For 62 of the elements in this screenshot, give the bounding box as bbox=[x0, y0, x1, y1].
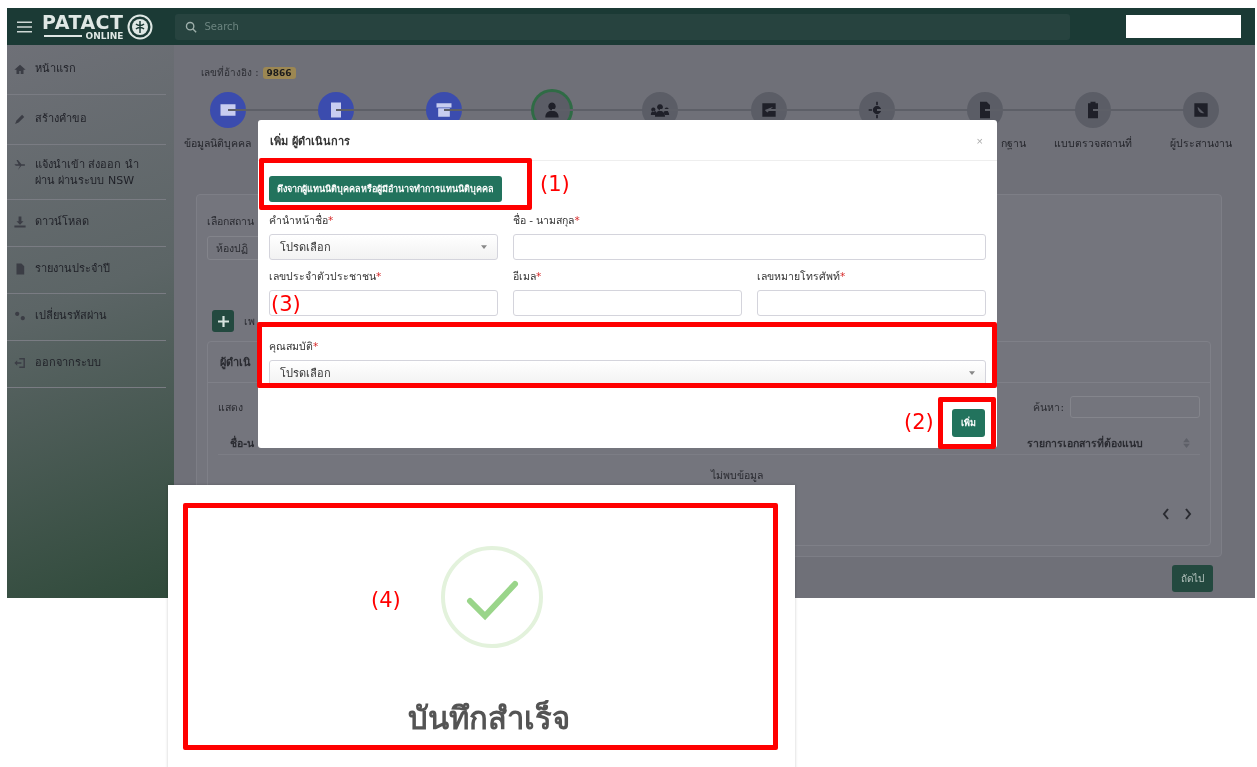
input-field[interactable] bbox=[757, 290, 986, 316]
annotation-label: (4) bbox=[371, 590, 401, 611]
field-label: เลขหมายโทรศัพท์* bbox=[757, 269, 847, 284]
field-label: ชื่อ - นามสกุล* bbox=[513, 212, 581, 229]
search-icon bbox=[184, 20, 197, 33]
field-label: คุณสมบัติ* bbox=[269, 339, 320, 355]
step-label: แบบตรวจสถานที่ bbox=[1053, 135, 1132, 151]
menu-icon[interactable] bbox=[17, 20, 32, 33]
add-button[interactable]: เพิ่ม bbox=[952, 409, 985, 437]
next-icon[interactable] bbox=[1184, 508, 1192, 520]
step-label: ผู้ประสานงาน bbox=[1169, 136, 1232, 152]
reference-label: เลขที่อ้างอิง : bbox=[201, 65, 259, 80]
column-header[interactable]: รายการเอกสารที่ต้องแนบ bbox=[1027, 434, 1143, 452]
select-field[interactable]: โปรดเลือก bbox=[269, 234, 498, 260]
sidebar-item[interactable]: ออกจากระบบ bbox=[7, 341, 166, 388]
plus-icon bbox=[217, 315, 229, 327]
logo-subtext: ONLINE bbox=[43, 31, 124, 41]
add-button[interactable] bbox=[212, 310, 234, 332]
sidebar-item[interactable]: สร้างคำขอ bbox=[7, 95, 166, 145]
column-header[interactable]: ชื่อ-น bbox=[230, 434, 255, 452]
field-label: เลขประจำตัวประชาชน* bbox=[269, 269, 383, 284]
download-icon bbox=[13, 215, 27, 229]
sidebar-item[interactable]: หน้าแรก bbox=[7, 45, 166, 95]
card-title: ผู้ดำเนิ bbox=[220, 355, 251, 371]
show-label: แสดง bbox=[218, 399, 243, 415]
import-button[interactable]: ดึงจากผู้แทนนิติบุคคลหรือผู้มีอำนาจทำการแทนนิติบุคคล bbox=[269, 176, 502, 202]
field-label: เลือกสถาน bbox=[207, 214, 254, 229]
search-field[interactable]: Search bbox=[174, 13, 1070, 40]
input-field[interactable] bbox=[513, 234, 986, 260]
annotation-frame bbox=[938, 397, 996, 449]
annotation-label: (3) bbox=[271, 294, 301, 315]
caret-icon bbox=[481, 245, 487, 249]
annotation-label: (2) bbox=[904, 412, 934, 433]
logo-text: PATACT bbox=[42, 12, 124, 32]
previous-icon[interactable] bbox=[1162, 508, 1170, 520]
caret-icon bbox=[969, 371, 975, 375]
dialog-title: เพิ่ม ผู้ดำเนินการ bbox=[270, 132, 350, 150]
success-message: บันทึกสำเร็จ bbox=[408, 699, 570, 738]
step-label: กฐาน bbox=[1001, 136, 1027, 152]
next-button[interactable]: ถัดไป bbox=[1172, 565, 1213, 592]
close-button[interactable]: × bbox=[974, 135, 985, 147]
step-label: ข้อมูลนิติบุคคล bbox=[183, 136, 251, 152]
input-field[interactable] bbox=[269, 290, 498, 316]
select-field[interactable]: โปรดเลือก bbox=[269, 360, 986, 386]
check-circle-icon bbox=[439, 545, 544, 649]
annotation-label: (1) bbox=[540, 174, 570, 195]
reference-badge: 9866 bbox=[262, 66, 296, 79]
sidebar-item[interactable]: ดาวน์โหลด bbox=[7, 200, 166, 247]
field-label: คำนำหน้าชื่อ* bbox=[269, 212, 335, 228]
sidebar-item[interactable]: เปลี่ยนรหัสผ่าน bbox=[7, 294, 166, 341]
archive-icon bbox=[434, 100, 455, 120]
emblem-icon bbox=[126, 13, 153, 40]
field-label: อีเมล* bbox=[513, 269, 543, 284]
home-icon bbox=[13, 62, 27, 76]
logout-icon bbox=[13, 356, 27, 370]
sidebar-item[interactable]: แจ้งนำเข้า ส่งออก นำผ่าน ผ่านระบบ NSW bbox=[7, 145, 166, 200]
sidebar-item[interactable]: รายงานประจำปี bbox=[7, 247, 166, 294]
search-label: ค้นหา: bbox=[1033, 399, 1064, 415]
pencil-icon bbox=[13, 112, 27, 126]
add-label: เพ bbox=[244, 313, 255, 329]
input-field[interactable] bbox=[513, 290, 742, 316]
empty-message: ไม่พบข้อมูล bbox=[709, 468, 764, 484]
